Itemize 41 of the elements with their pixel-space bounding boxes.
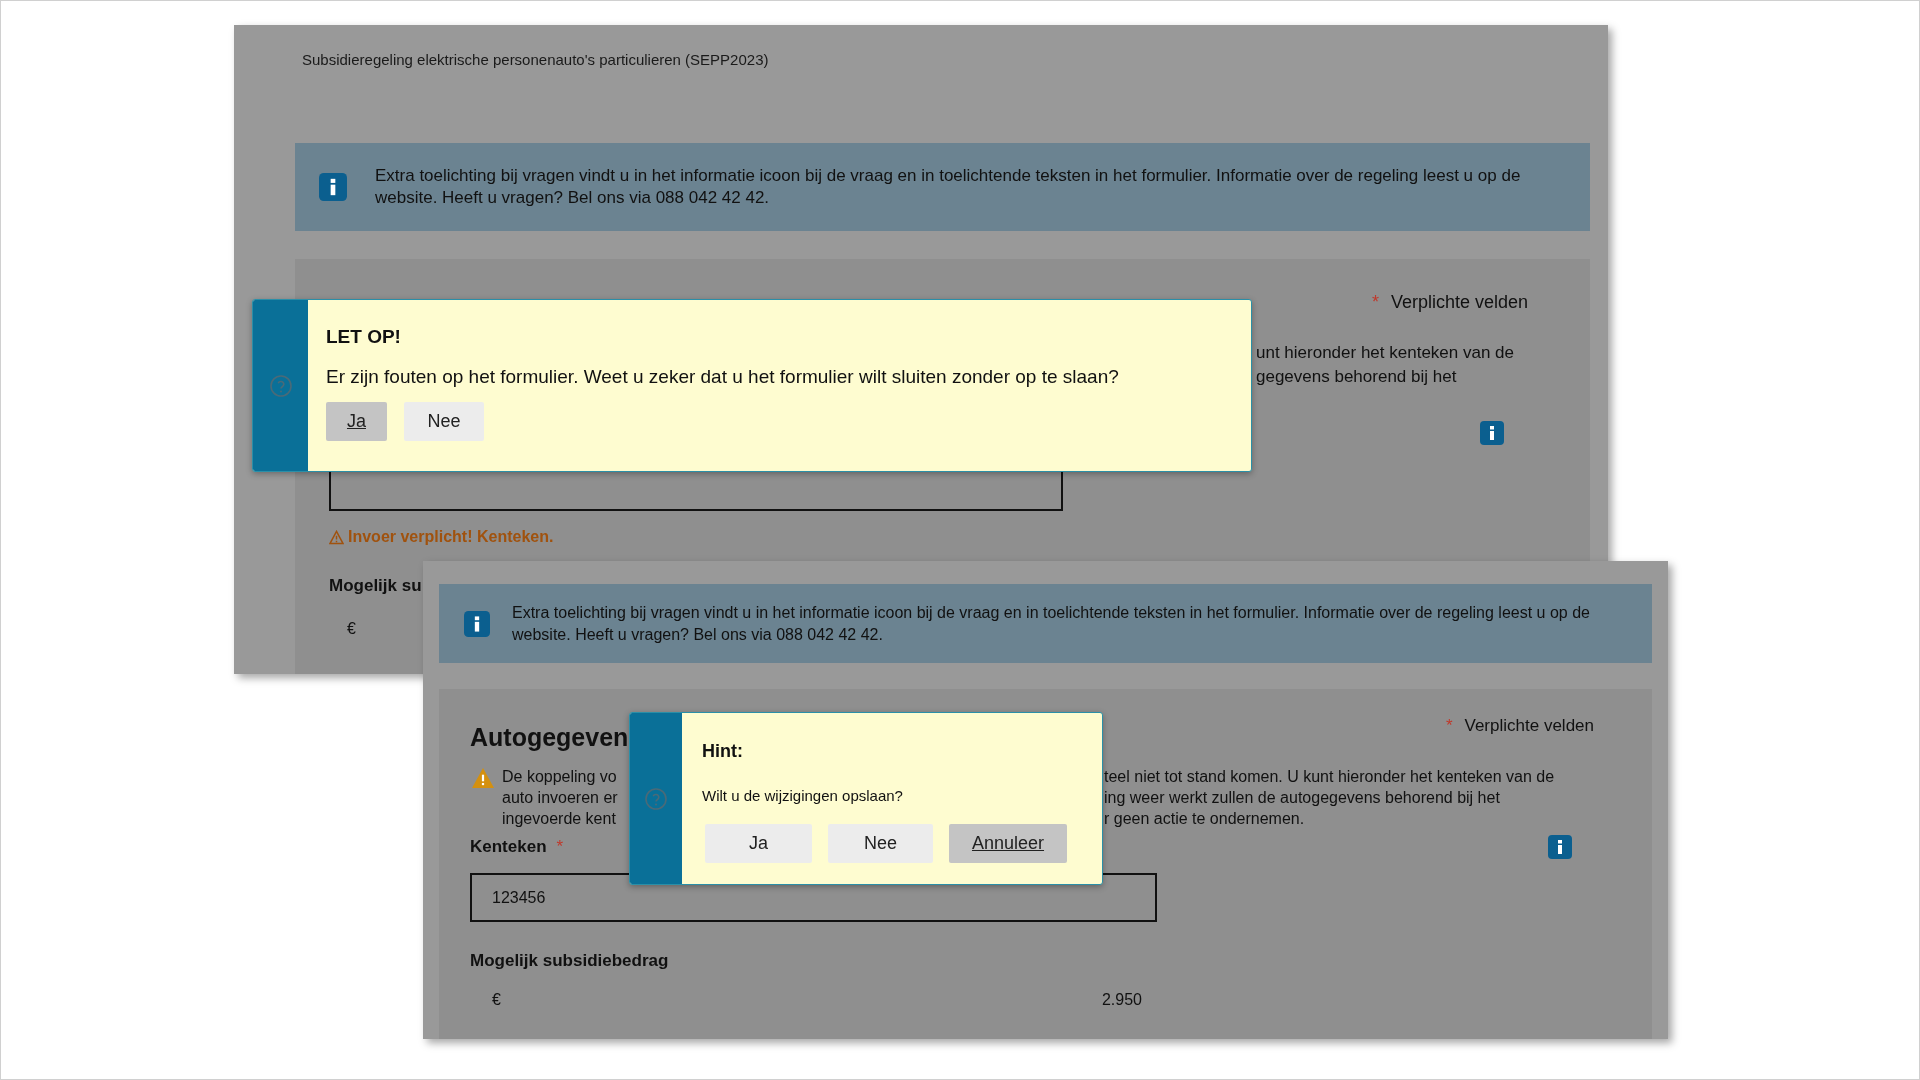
warning-text: teel niet tot stand komen. U kunt hieronder het kenteken van de: [1104, 767, 1555, 787]
warning-text: ingevoerde kent: [502, 809, 617, 829]
required-mark: *: [556, 836, 564, 858]
warning-text: De koppeling vo: [502, 767, 618, 787]
error-message: Invoer verplicht! Kenteken.: [348, 527, 554, 547]
warning-text: r geen actie te ondernemen.: [1104, 809, 1306, 829]
warning-text: ing weer werkt zullen de autogegevens behorend bij het: [1104, 788, 1501, 808]
warning-icon: [329, 529, 344, 545]
dialog-title: Hint:: [702, 740, 744, 762]
info-icon: [464, 610, 490, 637]
section-heading: Autogegeven: [470, 722, 629, 752]
info-icon: [1548, 835, 1572, 859]
warning-text: auto invoeren er: [502, 788, 619, 808]
help-icon: [268, 373, 293, 398]
help-icon: [644, 786, 668, 811]
info-icon: [319, 173, 347, 201]
dialog-button[interactable]: Nee: [404, 402, 484, 441]
form-title: Subsidieregeling elektrische personenauto's particulieren (SEPP2023): [301, 50, 770, 70]
intro-text: gegevens behorend bij het: [1256, 366, 1458, 388]
field-label: Kenteken: [470, 836, 547, 858]
amount-value: 2.950: [1101, 990, 1142, 1010]
dialog-button[interactable]: Ja: [705, 824, 812, 863]
dialog-button[interactable]: Ja: [326, 402, 387, 441]
currency-symbol: €: [492, 990, 501, 1010]
intro-text: unt hieronder het kenteken van de: [1256, 342, 1516, 364]
currency-symbol: €: [347, 619, 356, 639]
required-mark: *: [1445, 715, 1453, 737]
amount-label: Mogelijk subsidiebedrag: [470, 950, 670, 972]
amount-label: Mogelijk su: [329, 575, 423, 597]
required-fields-label: Verplichte velden: [1464, 715, 1594, 737]
info-icon: [1480, 421, 1504, 445]
required-fields-label: Verplichte velden: [1390, 291, 1528, 314]
dialog-button[interactable]: Annuleer: [949, 824, 1067, 863]
dialog-title: LET OP!: [326, 326, 402, 348]
info-banner-text: Extra toelichting bij vragen vindt u in het informatie icoon bij de vraag en in toelichtende teksten in het formulier. Informatie over de regeling leest u op de website. Heeft u vragen? Bel ons via 088 042 42 42.: [512, 602, 1591, 645]
required-mark: *: [1371, 291, 1379, 314]
warning-icon: [472, 768, 494, 788]
dialog-button[interactable]: Nee: [828, 824, 933, 863]
info-banner-text: Extra toelichting bij vragen vindt u in het informatie icoon bij de vraag en in toelichtende teksten in het formulier. Informatie over de regeling leest u op de website. Heeft u vragen? Bel ons via 088 042 42 42.: [375, 165, 1522, 209]
dialog-message: Wilt u de wijzigingen opslaan?: [702, 786, 904, 806]
dialog-message: Er zijn fouten op het formulier. Weet u zeker dat u het formulier wilt sluiten zonder op te slaan?: [326, 365, 1119, 389]
